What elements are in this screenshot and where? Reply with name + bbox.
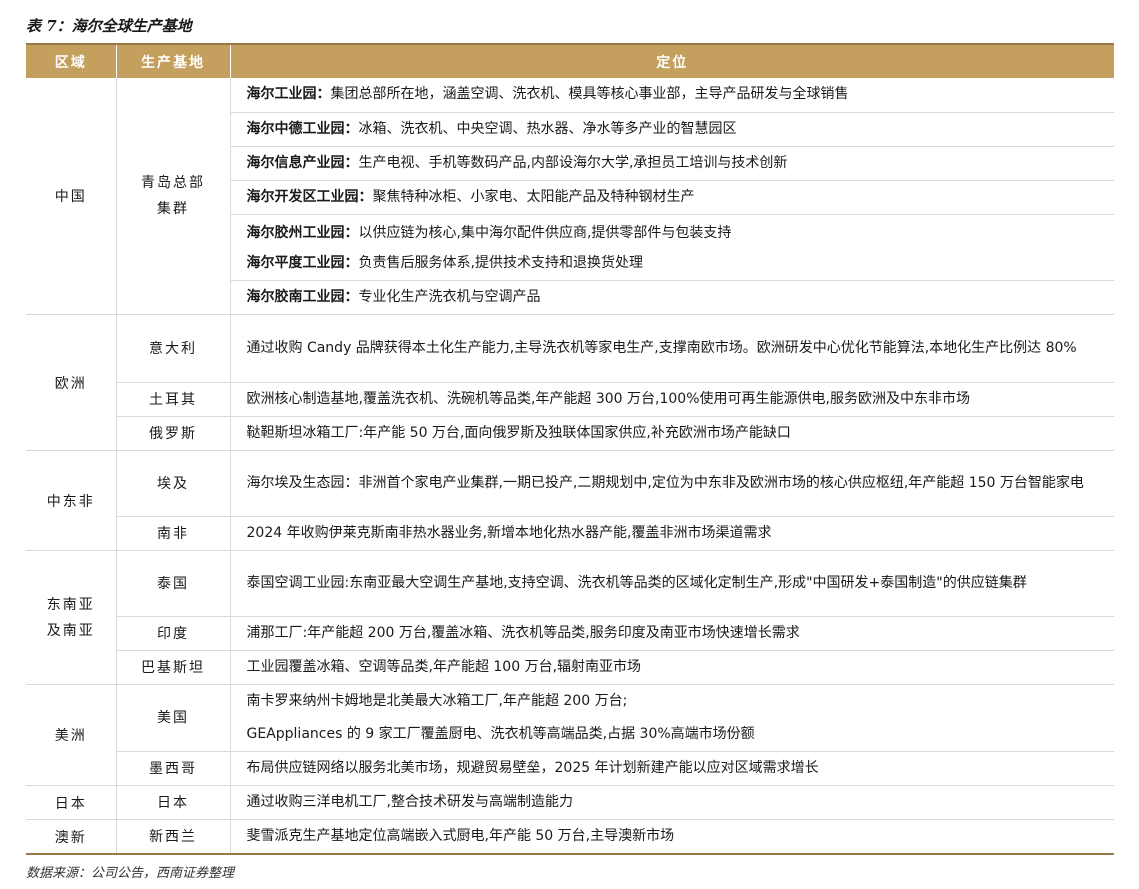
base-cell: 青岛总部 集群	[116, 78, 231, 315]
base-cell: 泰国	[116, 550, 231, 617]
base-cell: 美国	[116, 684, 231, 752]
position-cell: 海尔信息产业园：生产电视、手机等数码产品,内部设海尔大学,承担员工培训与技术创新	[230, 146, 1114, 181]
park-text: 生产电视、手机等数码产品,内部设海尔大学,承担员工培训与技术创新	[358, 154, 788, 171]
park-text: 以供应链为核心,集中海尔配件供应商,提供零部件与包装支持	[358, 224, 732, 241]
park-text: 集团总部所在地，涵盖空调、洗衣机、模具等核心事业部，主导产品研发与全球销售	[330, 86, 849, 103]
base-cell: 南非	[116, 516, 231, 551]
position-cell: 海尔胶州工业园：以供应链为核心,集中海尔配件供应商,提供零部件与包装支持	[230, 214, 1114, 248]
position-line: 南卡罗来纳州卡姆地是北美最大冰箱工厂,年产能超 200 万台;	[246, 693, 628, 709]
position-cell: 布局供应链网络以服务北美市场，规避贸易壁垒，2025 年计划新建产能以应对区域需…	[230, 751, 1114, 786]
park-label: 海尔胶南工业园：	[246, 289, 359, 305]
position-cell: 工业园覆盖冰箱、空调等品类,年产能超 100 万台,辐射南亚市场	[230, 650, 1114, 685]
region-line: 及南亚	[46, 622, 95, 639]
table-row: 印度 浦那工厂:年产能超 200 万台,覆盖冰箱、洗衣机等品类,服务印度及南亚市…	[26, 616, 1114, 651]
region-cell: 澳新	[26, 819, 117, 855]
park-text: 冰箱、洗衣机、中央空调、热水器、净水等多产业的智慧园区	[358, 120, 737, 137]
park-text: 聚焦特种冰柜、小家电、太阳能产品及特种钢材生产	[372, 188, 695, 205]
table-row: 墨西哥 布局供应链网络以服务北美市场，规避贸易壁垒，2025 年计划新建产能以应…	[26, 751, 1114, 786]
table-row: 澳新 新西兰 斐雪派克生产基地定位高端嵌入式厨电,年产能 50 万台,主导澳新市…	[26, 819, 1114, 855]
position-line: GEAppliances 的 9 家工厂覆盖厨电、洗衣机等高端品类,占据 30%…	[246, 726, 755, 742]
table-row: 东南亚 及南亚 泰国 泰国空调工业园:东南亚最大空调生产基地,支持空调、洗衣机等…	[26, 550, 1114, 685]
park-label: 海尔中德工业园：	[246, 120, 359, 137]
position-cell: 海尔埃及生态园：非洲首个家电产业集群,一期已投产,二期规划中,定位为中东非及欧洲…	[230, 450, 1114, 517]
park-label: 海尔胶州工业园：	[246, 224, 359, 241]
position-cell: 通过收购三洋电机工厂,整合技术研发与高端制造能力	[230, 785, 1114, 820]
park-label: 海尔平度工业园：	[246, 255, 359, 272]
position-cell: 海尔胶南工业园：专业化生产洗衣机与空调产品	[230, 280, 1114, 315]
base-cell: 墨西哥	[116, 751, 231, 786]
header-position: 定位	[230, 45, 1114, 78]
region-cell: 美洲	[26, 684, 117, 786]
park-label: 海尔信息产业园：	[246, 154, 359, 171]
table-row: 欧洲 意大利 通过收购 Candy 品牌获得本土化生产能力,主导洗衣机等家电生产…	[26, 314, 1114, 451]
header-row: 区域 生产基地 定位	[26, 45, 1114, 78]
base-line: 集群	[157, 201, 189, 217]
table-row: 中东非 埃及 海尔埃及生态园：非洲首个家电产业集群,一期已投产,二期规划中,定位…	[26, 450, 1114, 551]
position-cell: 海尔开发区工业园：聚焦特种冰柜、小家电、太阳能产品及特种钢材生产	[230, 180, 1114, 215]
position-cell: 斐雪派克生产基地定位高端嵌入式厨电,年产能 50 万台,主导澳新市场	[230, 819, 1114, 855]
base-cell: 日本	[116, 785, 231, 820]
base-cell: 土耳其	[116, 382, 231, 417]
table-title: 表 7：海尔全球生产基地	[26, 17, 192, 35]
table-row: 俄罗斯 鞑靼斯坦冰箱工厂:年产能 50 万台,面向俄罗斯及独联体国家供应,补充欧…	[26, 416, 1114, 451]
park-text: 专业化生产洗衣机与空调产品	[358, 289, 541, 305]
position-cell: 海尔平度工业园：负责售后服务体系,提供技术支持和退换货处理	[230, 247, 1114, 281]
position-cell: 欧洲核心制造基地,覆盖洗衣机、洗碗机等品类,年产能超 300 万台,100%使用…	[230, 382, 1114, 417]
table-row: 美洲 美国 南卡罗来纳州卡姆地是北美最大冰箱工厂,年产能超 200 万台; GE…	[26, 684, 1114, 786]
region-cell: 中国	[26, 78, 117, 315]
region-line: 东南亚	[46, 596, 95, 613]
table-row: 巴基斯坦 工业园覆盖冰箱、空调等品类,年产能超 100 万台,辐射南亚市场	[26, 650, 1114, 685]
position-cell: 海尔工业园：集团总部所在地，涵盖空调、洗衣机、模具等核心事业部，主导产品研发与全…	[230, 78, 1114, 113]
header-base: 生产基地	[116, 45, 231, 78]
region-cell: 日本	[26, 785, 117, 820]
position-cell: 2024 年收购伊莱克斯南非热水器业务,新增本地化热水器产能,覆盖非洲市场渠道需…	[230, 516, 1114, 551]
base-cell: 俄罗斯	[116, 416, 231, 451]
header-region: 区域	[26, 45, 117, 78]
position-cell: 鞑靼斯坦冰箱工厂:年产能 50 万台,面向俄罗斯及独联体国家供应,补充欧洲市场产…	[230, 416, 1114, 451]
park-label: 海尔工业园：	[246, 86, 331, 103]
production-base-table: 区域 生产基地 定位 中国 青岛总部 集群 海尔工业园：集团总部所在地，涵盖空调…	[26, 45, 1114, 855]
source-note: 数据来源：公司公告，西南证券整理	[26, 866, 235, 881]
base-cell: 印度	[116, 616, 231, 651]
park-label: 海尔开发区工业园：	[246, 188, 373, 205]
region-cell: 欧洲	[26, 314, 117, 451]
base-cell: 新西兰	[116, 819, 231, 855]
region-cell: 中东非	[26, 450, 117, 551]
position-cell: 南卡罗来纳州卡姆地是北美最大冰箱工厂,年产能超 200 万台; GEApplia…	[230, 684, 1114, 752]
region-cell: 东南亚 及南亚	[26, 550, 117, 685]
position-cell: 浦那工厂:年产能超 200 万台,覆盖冰箱、洗衣机等品类,服务印度及南亚市场快速…	[230, 616, 1114, 651]
base-cell: 意大利	[116, 314, 231, 383]
base-line: 青岛总部	[141, 175, 205, 191]
position-cell: 通过收购 Candy 品牌获得本土化生产能力,主导洗衣机等家电生产,支撑南欧市场…	[230, 314, 1114, 383]
table-row: 日本 日本 通过收购三洋电机工厂,整合技术研发与高端制造能力	[26, 785, 1114, 820]
position-cell: 海尔中德工业园：冰箱、洗衣机、中央空调、热水器、净水等多产业的智慧园区	[230, 112, 1114, 147]
table-row: 中国 青岛总部 集群 海尔工业园：集团总部所在地，涵盖空调、洗衣机、模具等核心事…	[26, 78, 1114, 315]
base-cell: 埃及	[116, 450, 231, 517]
position-cell: 泰国空调工业园:东南亚最大空调生产基地,支持空调、洗衣机等品类的区域化定制生产,…	[230, 550, 1114, 617]
park-text: 负责售后服务体系,提供技术支持和退换货处理	[358, 255, 643, 272]
table-row: 土耳其 欧洲核心制造基地,覆盖洗衣机、洗碗机等品类,年产能超 300 万台,10…	[26, 382, 1114, 417]
table-row: 南非 2024 年收购伊莱克斯南非热水器业务,新增本地化热水器产能,覆盖非洲市场…	[26, 516, 1114, 551]
base-cell: 巴基斯坦	[116, 650, 231, 685]
